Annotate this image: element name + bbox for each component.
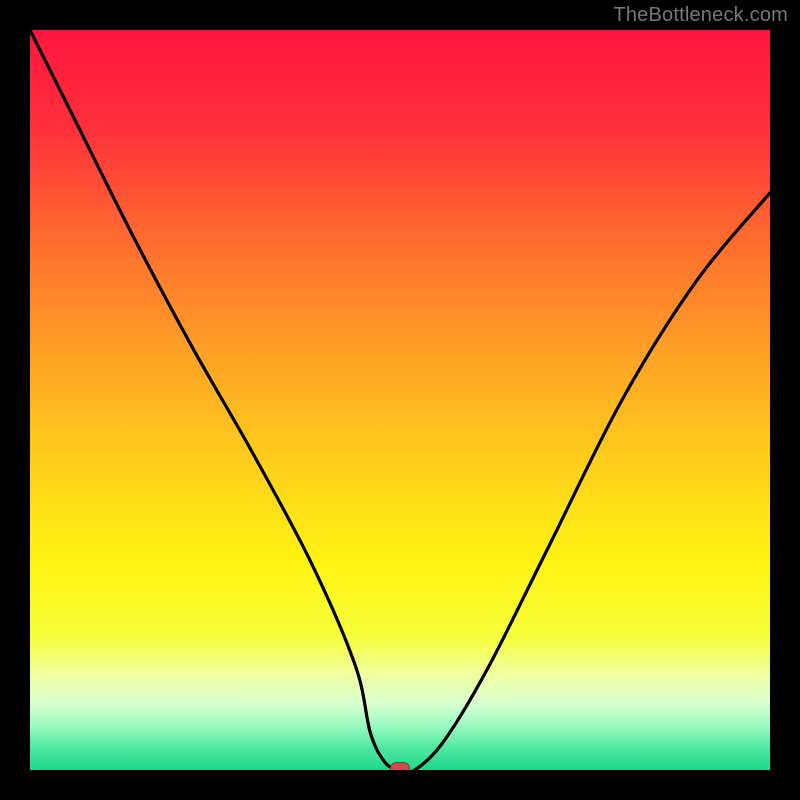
bottleneck-curve [30,30,770,770]
watermark-text: TheBottleneck.com [613,4,788,27]
chart-frame: TheBottleneck.com [0,0,800,800]
trough-marker [390,762,410,770]
plot-area [30,30,770,770]
